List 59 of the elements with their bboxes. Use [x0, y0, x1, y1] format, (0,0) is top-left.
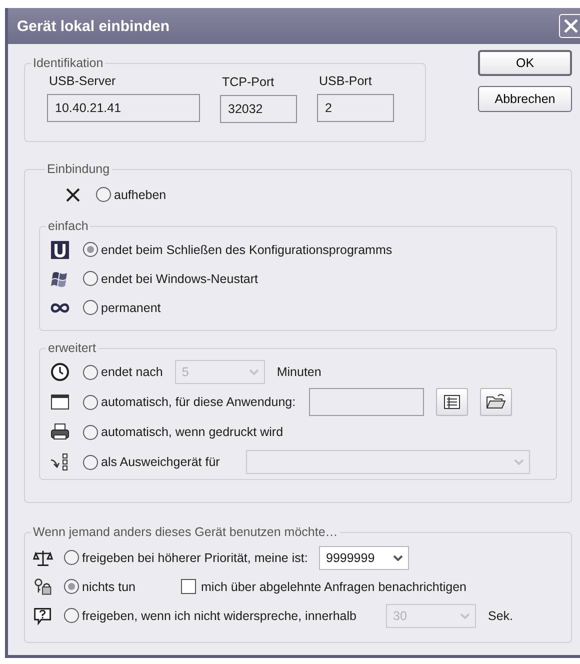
checkbox[interactable]	[181, 579, 196, 594]
text-field[interactable]: 2	[317, 94, 394, 122]
unit-label: Sek.	[488, 608, 514, 622]
radio-circle[interactable]	[83, 242, 98, 257]
window-title: Gerät lokal einbinden	[16, 18, 170, 34]
chevron-down-icon	[460, 612, 470, 618]
close-button[interactable]	[559, 14, 580, 38]
group-label: erweitert	[47, 341, 97, 355]
radio-option[interactable]: nichts tun	[64, 579, 181, 594]
folder-icon	[486, 393, 506, 411]
group-label: Identifikation	[32, 56, 104, 70]
radio-circle[interactable]	[83, 271, 98, 286]
usb-switch-icon	[50, 452, 70, 472]
radio-option[interactable]: permanent	[83, 300, 161, 315]
radio-circle[interactable]	[64, 550, 79, 565]
radio-option[interactable]: als Ausweichgerät für	[83, 454, 220, 470]
text-field[interactable]: 32032	[220, 95, 297, 123]
list-button[interactable]	[436, 388, 468, 416]
radio-circle[interactable]	[83, 454, 98, 470]
radio-circle[interactable]	[83, 424, 98, 440]
chevron-down-icon	[248, 369, 259, 375]
radio-circle[interactable]	[64, 579, 79, 594]
cancel-button[interactable]: Abbrechen	[478, 86, 572, 112]
radio-circle[interactable]	[83, 364, 98, 380]
printer-icon	[50, 422, 70, 442]
chevron-down-icon	[514, 459, 524, 465]
ok-button[interactable]: OK	[478, 50, 572, 76]
help-bubble-icon	[33, 606, 53, 626]
u-square-icon	[50, 240, 70, 260]
text-field[interactable]: 10.40.21.41	[47, 94, 200, 122]
group-label: einfach	[47, 219, 90, 233]
radio-option[interactable]: freigeben bei höherer Priorität, meine ist:	[64, 550, 319, 565]
radio-circle[interactable]	[64, 608, 79, 623]
group-label: Wenn jemand anders dieses Gerät benutzen möchte…	[32, 525, 339, 539]
radio-option[interactable]: aufheben	[96, 187, 166, 202]
clock-icon	[50, 362, 70, 382]
dropdown[interactable]: 9999999	[319, 546, 409, 570]
chevron-down-icon	[393, 554, 403, 560]
scales-icon	[33, 548, 53, 568]
unit-label: Minuten	[276, 365, 322, 379]
window-icon	[50, 392, 70, 412]
field-label: USB-Server	[48, 74, 117, 88]
open-folder-button[interactable]	[480, 388, 512, 416]
field-label: TCP-Port	[221, 75, 276, 89]
checkbox-option[interactable]: mich über abgelehnte Anfragen benachrichtigen	[181, 579, 466, 594]
radio-option[interactable]: freigeben, wenn ich nicht widerspreche, innerhalb	[64, 608, 386, 623]
radio-circle[interactable]	[96, 187, 111, 202]
field-label: USB-Port	[318, 74, 373, 88]
radio-option[interactable]: endet nach	[83, 364, 163, 380]
radio-option[interactable]: endet beim Schließen des Konfigurationsprogramms	[83, 242, 392, 257]
key-lock-icon	[33, 576, 53, 596]
text-field[interactable]	[308, 388, 424, 416]
radio-circle[interactable]	[83, 300, 98, 315]
list-icon	[442, 394, 461, 410]
radio-option[interactable]: automatisch, für diese Anwendung:	[83, 394, 296, 410]
radio-circle[interactable]	[83, 394, 98, 410]
radio-option[interactable]: endet bei Windows-Neustart	[83, 271, 258, 286]
group-label: Einbindung	[46, 162, 111, 176]
radio-option[interactable]: automatisch, wenn gedruckt wird	[83, 424, 284, 440]
